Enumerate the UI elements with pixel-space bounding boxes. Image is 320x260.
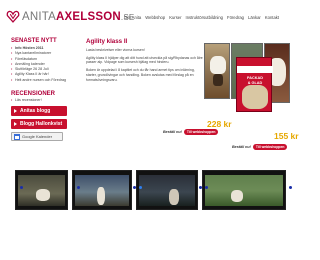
price-book: 155 kr [274, 131, 299, 141]
product-description: Lasta beskrivelser eller viorna kursen! … [86, 48, 204, 82]
nav-lankar[interactable]: Länkar [248, 15, 261, 20]
gallery-scene [139, 175, 195, 206]
google-calendar-label: Google Kalender [22, 134, 53, 140]
description-paragraph: Boken är uppdelad i 8 kapitlet och du få… [86, 68, 195, 82]
slide-bullet[interactable] [205, 186, 208, 189]
price-agility: 228 kr [207, 119, 232, 129]
handler-figure [97, 187, 105, 205]
nav-kurser[interactable]: Kurser [169, 15, 181, 20]
nav-instruktorsutbildning[interactable]: Instruktörsutbildning [186, 15, 223, 20]
nav-om-anita[interactable]: Om Anita [124, 15, 141, 20]
anitas-blogg-button[interactable]: Anitas blogg [11, 106, 67, 117]
handler-figure [213, 74, 223, 86]
order-row-agility: Beställ nu! Till webbshoppen [163, 129, 219, 135]
sidebar: SENASTE NYTT Info Hösten 2011 Nya kantar… [11, 38, 81, 142]
photo-gallery [15, 170, 303, 212]
order-row-book: Beställ nu! Till webbshoppen [232, 144, 288, 150]
news-list: Info Hösten 2011 Nya kantarellminatorer … [11, 46, 81, 83]
order-label: Beställ nu! [163, 130, 182, 134]
play-arrow-icon [14, 109, 17, 114]
handler-figure [169, 189, 179, 205]
slide-bullet[interactable] [289, 186, 292, 189]
gallery-scene [205, 175, 283, 206]
packad-och-glad-book-cover[interactable]: PACKAD & GLAD [236, 57, 273, 112]
nav-foredrag[interactable]: Föredrag [227, 15, 244, 20]
news-heading: SENASTE NYTT [11, 38, 57, 44]
dog-figure [231, 190, 243, 202]
slide-bullet[interactable] [133, 186, 136, 189]
news-item[interactable]: Helt andre nursen och Föredrag [11, 78, 81, 84]
reviews-heading: RECENSIONER [11, 91, 56, 98]
book-title: PACKAD & GLAD [247, 76, 263, 85]
cover-stripe [237, 66, 273, 73]
site-logo[interactable]: ANITAAXELSSON.SE [6, 10, 134, 24]
logo-text: ANITAAXELSSON.SE [22, 10, 135, 23]
main-content: Agility klass II Lasta beskrivelser elle… [86, 38, 204, 85]
agility-dvd-cover-image[interactable] [204, 43, 230, 99]
reviews-link[interactable]: Läs recensioner! [11, 98, 81, 103]
gallery-scene [75, 175, 129, 206]
nav-kontakt[interactable]: Kontakt [265, 15, 279, 20]
nav-webbshop[interactable]: Webbshop [145, 15, 165, 20]
slide-bullet-active[interactable] [139, 186, 142, 189]
anitas-blogg-label: Anitas blogg [20, 108, 51, 115]
blogg-hallonkvist-button[interactable]: Blogg Hallonkvist [11, 119, 67, 130]
main-nav: Om Anita Webbshop Kurser Instruktörsutbi… [124, 15, 279, 20]
google-calendar-button[interactable]: Google Kalender [11, 132, 63, 142]
page-title: Agility klass II [86, 38, 128, 45]
dog-figure [36, 189, 50, 201]
calendar-icon [14, 133, 20, 140]
to-webshop-button[interactable]: Till webbshoppen [183, 129, 219, 135]
play-arrow-icon [14, 122, 17, 127]
slide-bullet[interactable] [20, 186, 23, 189]
gallery-thumbnail[interactable] [72, 170, 132, 210]
gallery-thumbnail[interactable] [15, 170, 68, 210]
gallery-thumbnail[interactable] [202, 170, 286, 210]
site-header: ANITAAXELSSON.SE Om Anita Webbshop Kurse… [0, 0, 303, 38]
dog-figure [242, 85, 268, 109]
slide-bullet[interactable] [77, 186, 80, 189]
blogg-hallonkvist-label: Blogg Hallonkvist [20, 121, 63, 128]
slide-bullet[interactable] [199, 186, 202, 189]
description-paragraph: Lasta beskrivelser eller viorna kursen! [86, 48, 145, 52]
heart-logo-icon [6, 10, 20, 23]
gallery-scene [18, 175, 65, 206]
to-webshop-button[interactable]: Till webbshoppen [252, 144, 288, 150]
order-label: Beställ nu! [232, 145, 251, 149]
gallery-thumbnail[interactable] [136, 170, 198, 210]
dog-figure [210, 56, 226, 74]
description-paragraph: Agility klass II hjälper dig att ditt hu… [86, 55, 203, 65]
